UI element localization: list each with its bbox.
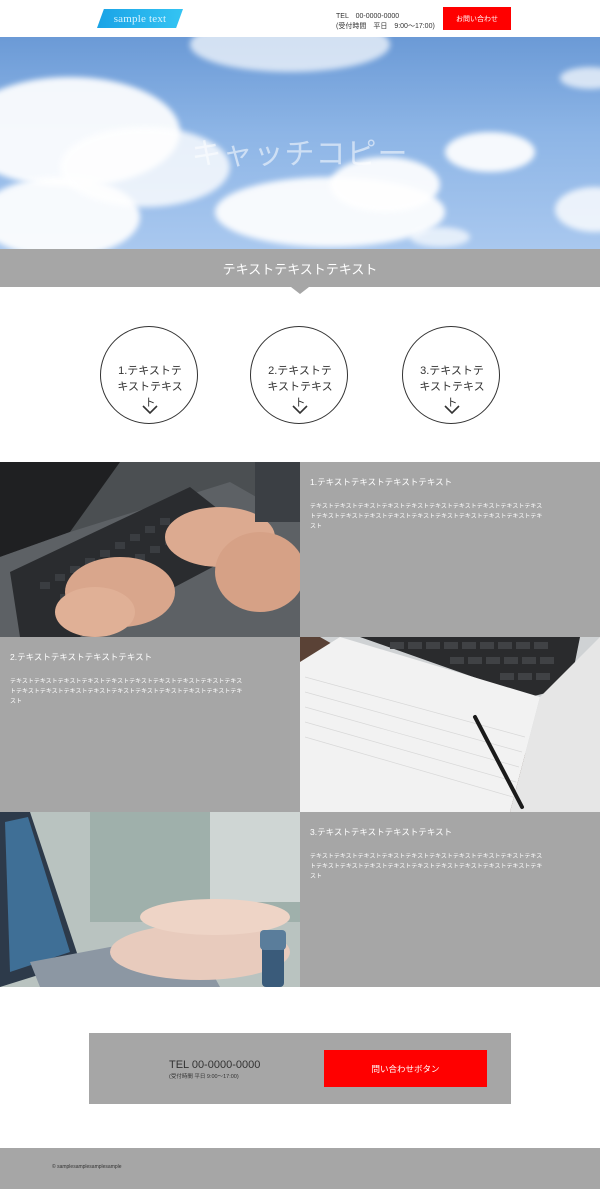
- feature-image-3: [0, 812, 300, 987]
- cloud: [560, 67, 600, 89]
- feature-body: テキストテキストテキストテキストテキストテキストテキストテキストテキストテキスト…: [310, 504, 543, 530]
- circle-link-2[interactable]: 2.テキストテキストテキスト: [250, 326, 348, 424]
- feature-body: テキストテキストテキストテキストテキストテキストテキストテキストテキストテキスト…: [10, 679, 243, 705]
- band-arrow-icon: [291, 287, 309, 294]
- circle-link-label: 2.テキストテキストテキスト: [267, 365, 333, 409]
- site-footer: © samplesamplesamplesample: [0, 1148, 600, 1189]
- site-header: sample text TEL 00-0000-0000 (受付時間 平日 9:…: [0, 0, 600, 37]
- chevron-down-icon: [142, 405, 158, 415]
- chevron-down-icon: [292, 405, 308, 415]
- header-tel: TEL 00-0000-0000: [336, 13, 400, 20]
- chevron-down-icon: [444, 405, 460, 415]
- laptop-typing-photo: [0, 812, 300, 987]
- feature-text-3: 3.テキストテキストテキストテキスト テキストテキストテキストテキストテキストテ…: [300, 812, 600, 987]
- feature-image-2: [300, 637, 600, 812]
- circle-link-label: 1.テキストテキストテキスト: [117, 365, 183, 409]
- site-logo[interactable]: sample text: [97, 9, 183, 28]
- section-heading-band: テキストテキストテキスト: [0, 249, 600, 287]
- cta-tel: TEL 00-0000-0000: [169, 1059, 261, 1071]
- contact-cta-box: TEL 00-0000-0000 (受付時間 平日 9:00～17:00) 問い…: [89, 1033, 511, 1104]
- tablet-typing-photo: [0, 462, 300, 637]
- header-contact-button[interactable]: お問い合わせ: [443, 7, 511, 30]
- header-contact-info: TEL 00-0000-0000 (受付時間 平日 9:00～17:00): [336, 12, 435, 32]
- circle-link-3[interactable]: 3.テキストテキストテキスト: [402, 326, 500, 424]
- feature-title: 3.テキストテキストテキストテキスト: [310, 827, 453, 837]
- notebook-laptop-photo: [300, 637, 600, 812]
- cloud: [410, 227, 470, 247]
- circle-link-1[interactable]: 1.テキストテキストテキスト: [100, 326, 198, 424]
- header-hours: (受付時間 平日 9:00～17:00): [336, 23, 435, 30]
- cloud: [555, 187, 600, 232]
- feature-title: 1.テキストテキストテキストテキスト: [310, 477, 453, 487]
- copyright: © samplesamplesamplesample: [52, 1164, 122, 1170]
- cta-hours: (受付時間 平日 9:00～17:00): [169, 1074, 239, 1080]
- cloud: [190, 37, 390, 72]
- feature-title: 2.テキストテキストテキストテキスト: [10, 652, 153, 662]
- feature-body: テキストテキストテキストテキストテキストテキストテキストテキストテキストテキスト…: [310, 854, 543, 880]
- catch-copy: キャッチコピー: [191, 137, 409, 172]
- circle-link-label: 3.テキストテキストテキスト: [419, 365, 485, 409]
- feature-text-1: 1.テキストテキストテキストテキスト テキストテキストテキストテキストテキストテ…: [300, 462, 600, 637]
- hero-image: キャッチコピー: [0, 37, 600, 249]
- band-text: テキストテキストテキスト: [222, 261, 378, 277]
- feature-image-1: [0, 462, 300, 637]
- contact-button[interactable]: 問い合わせボタン: [324, 1050, 487, 1087]
- logo-text: sample text: [113, 12, 167, 25]
- feature-text-2: 2.テキストテキストテキストテキスト テキストテキストテキストテキストテキストテ…: [0, 637, 300, 812]
